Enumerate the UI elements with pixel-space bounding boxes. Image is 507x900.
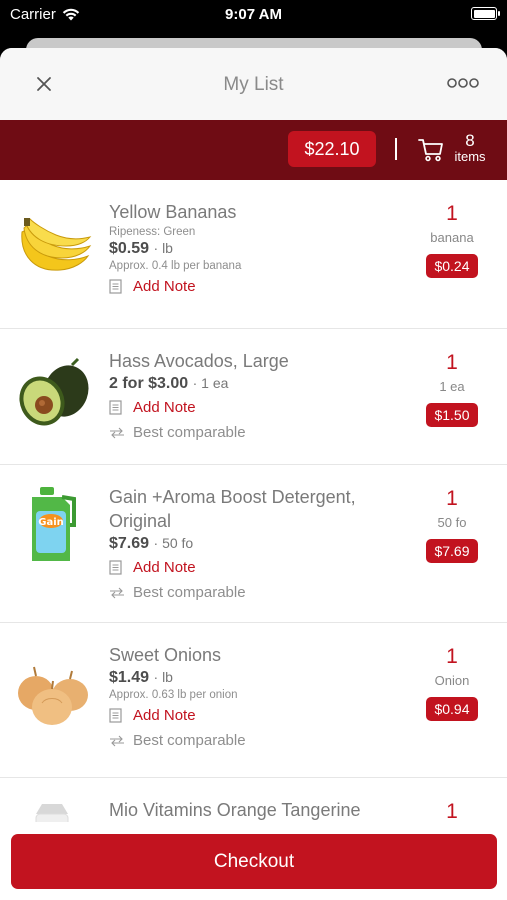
- avocado-image: [19, 357, 89, 426]
- best-comparable-option[interactable]: Best comparable: [109, 424, 407, 441]
- list-item[interactable]: Sweet Onions $1.49 · lb Approx. 0.63 lb …: [0, 623, 507, 778]
- price-unit-value: 50 fo: [162, 535, 194, 551]
- price-unit-value: 1 ea: [201, 375, 229, 391]
- best-comparable-label: Best comparable: [133, 424, 246, 441]
- item-approx-weight: Approx. 0.63 lb per onion: [109, 689, 238, 701]
- shopping-list: Yellow Bananas Ripeness: Green $0.59 · l…: [0, 180, 507, 898]
- item-price-value: $0.59: [109, 240, 150, 257]
- add-note-button[interactable]: Add Note: [109, 278, 407, 295]
- best-comparable-label: Best comparable: [133, 584, 246, 601]
- add-note-label: Add Note: [133, 707, 196, 724]
- item-count-label: items: [454, 149, 486, 164]
- note-icon: [109, 279, 122, 294]
- item-name: Mio Vitamins Orange Tangerine: [109, 800, 361, 820]
- note-icon: [109, 708, 122, 723]
- item-cost-badge[interactable]: $0.94: [426, 697, 478, 721]
- add-note-label: Add Note: [133, 559, 196, 576]
- list-item[interactable]: Yellow Bananas Ripeness: Green $0.59 · l…: [0, 180, 507, 329]
- onion-image: [18, 666, 88, 725]
- price-unit: · lb: [153, 669, 173, 685]
- more-options-icon[interactable]: [447, 73, 479, 93]
- item-quantity[interactable]: 1: [421, 800, 483, 824]
- add-note-label: Add Note: [133, 399, 196, 416]
- swap-icon: [110, 427, 124, 438]
- item-unit: 50 fo: [437, 515, 467, 530]
- item-count: 8 items: [452, 132, 488, 164]
- list-item[interactable]: Hass Avocados, Large 2 for $3.00 · 1 ea …: [0, 329, 507, 465]
- cart-icon[interactable]: [418, 137, 444, 163]
- item-unit: banana: [430, 230, 474, 245]
- item-quantity[interactable]: 1: [421, 202, 483, 226]
- item-quantity[interactable]: 1: [421, 487, 483, 511]
- battery-icon: [471, 7, 500, 20]
- best-comparable-option[interactable]: Best comparable: [109, 584, 407, 601]
- price-unit: · 1 ea: [192, 375, 229, 391]
- item-price: $0.59 · lb: [109, 240, 407, 258]
- swap-icon: [110, 587, 124, 598]
- item-approx-weight: Approx. 0.4 lb per banana: [109, 260, 242, 272]
- checkout-button[interactable]: Checkout: [11, 834, 497, 889]
- best-comparable-label: Best comparable: [133, 732, 246, 749]
- list-sheet: My List $22.10 8 items Yellow Bananas Ri…: [0, 48, 507, 900]
- item-ripeness: Ripeness: Green: [109, 226, 196, 238]
- item-price: 2 for $3.00 · 1 ea: [109, 375, 407, 393]
- detergent-image: Gain: [32, 487, 76, 561]
- item-cost-badge[interactable]: $7.69: [426, 539, 478, 563]
- item-name: Yellow Bananas: [109, 202, 237, 222]
- note-icon: [109, 400, 122, 415]
- total-price-badge: $22.10: [288, 131, 376, 167]
- item-unit: 1 ea: [439, 379, 465, 394]
- banana-image: [21, 218, 92, 271]
- checkout-bar: Checkout: [0, 822, 507, 900]
- list-item[interactable]: Gain Gain +Aroma Boost Detergent, Origin…: [0, 465, 507, 623]
- status-time: 9:07 AM: [225, 6, 282, 23]
- item-quantity[interactable]: 1: [421, 645, 483, 669]
- swap-icon: [110, 735, 124, 746]
- item-count-number: 8: [465, 131, 475, 150]
- list-summary-bar: $22.10 8 items: [0, 120, 507, 180]
- price-unit: · 50 fo: [153, 535, 194, 551]
- add-note-button[interactable]: Add Note: [109, 707, 407, 724]
- item-quantity[interactable]: 1: [421, 351, 483, 375]
- item-name: Sweet Onions: [109, 645, 222, 665]
- svg-text:Gain: Gain: [38, 517, 64, 528]
- item-price-value: 2 for $3.00: [109, 375, 189, 392]
- add-note-button[interactable]: Add Note: [109, 559, 407, 576]
- item-price: $7.69 · 50 fo: [109, 535, 407, 553]
- price-unit-value: lb: [162, 669, 173, 685]
- item-cost-badge[interactable]: $1.50: [426, 403, 478, 427]
- price-unit-value: lb: [162, 240, 173, 256]
- item-cost-badge[interactable]: $0.24: [426, 254, 478, 278]
- item-price-value: $1.49: [109, 669, 150, 686]
- add-note-button[interactable]: Add Note: [109, 399, 407, 416]
- best-comparable-option[interactable]: Best comparable: [109, 732, 407, 749]
- page-title: My List: [223, 74, 284, 95]
- item-price-value: $7.69: [109, 535, 150, 552]
- summary-divider: [395, 138, 397, 160]
- price-unit: · lb: [153, 240, 173, 256]
- item-price: $1.49 · lb: [109, 669, 407, 687]
- add-note-label: Add Note: [133, 278, 196, 295]
- note-icon: [109, 560, 122, 575]
- item-name: Gain +Aroma Boost Detergent, Original: [109, 487, 356, 531]
- status-bar: Carrier 9:07 AM: [0, 0, 507, 32]
- item-unit: Onion: [434, 673, 470, 688]
- nav-bar: My List: [0, 48, 507, 120]
- item-name: Hass Avocados, Large: [109, 351, 289, 371]
